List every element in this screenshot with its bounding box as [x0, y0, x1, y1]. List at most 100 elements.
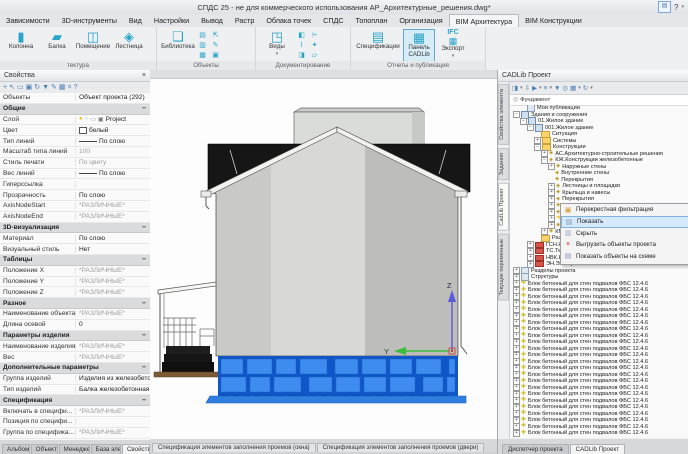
object-tool-icon[interactable]: ▦: [197, 51, 208, 60]
object-tool-icon[interactable]: ▥: [197, 41, 208, 50]
property-value[interactable]: белый: [76, 127, 150, 134]
export-ifc-button[interactable]: IFC ▦ Экспорт ▾: [437, 29, 469, 60]
stairs-button[interactable]: ◈ Лестница: [112, 29, 146, 60]
frame-icon[interactable]: ▭: [17, 83, 24, 93]
property-row[interactable]: AxisNodeStart*РАЗЛИЧНЫЕ*: [0, 201, 150, 212]
property-value[interactable]: По слою: [76, 138, 150, 145]
expander-icon[interactable]: −: [534, 144, 541, 151]
clear-icon[interactable]: ×: [68, 83, 72, 93]
property-value[interactable]: *РАЗЛИЧНЫЕ*: [76, 408, 150, 415]
expander-icon[interactable]: −: [541, 157, 548, 164]
grid-icon[interactable]: ▦: [570, 84, 576, 92]
property-row[interactable]: Группа по специфика...*РАЗЛИЧНЫЕ*: [0, 428, 150, 439]
menu-item-Организация[interactable]: Организация: [393, 14, 448, 27]
property-value[interactable]: 0: [76, 321, 150, 328]
expander-icon[interactable]: −: [520, 118, 527, 125]
section-header[interactable]: Параметры изделия−: [0, 331, 150, 342]
grid-icon[interactable]: ▦: [59, 83, 66, 93]
column-button[interactable]: ▮ Колонна: [4, 29, 38, 60]
tab-Объекты[interactable]: Объекты: [31, 444, 58, 454]
help-icon[interactable]: ?: [74, 83, 78, 93]
property-row[interactable]: Гиперссылка: [0, 179, 150, 190]
menu-item-Зависимости[interactable]: Зависимости: [0, 14, 56, 27]
property-row[interactable]: Позиция по специфи...: [0, 417, 150, 428]
property-row[interactable]: Тип линийПо слою: [0, 136, 150, 147]
property-value[interactable]: *РАЗЛИЧНЫЕ*: [76, 213, 150, 220]
property-row[interactable]: AxisNodeEnd*РАЗЛИЧНЫЕ*: [0, 212, 150, 223]
select-icon[interactable]: ↖: [9, 83, 15, 93]
tab-Альбомы[interactable]: Альбомы: [2, 444, 30, 454]
property-row[interactable]: Положение X*РАЗЛИЧНЫЕ*: [0, 266, 150, 277]
context-menu-item[interactable]: ▤Показать объекты на схеме: [561, 251, 688, 263]
object-tool-icon[interactable]: ▤: [197, 31, 208, 40]
menu-item-Топоплан[interactable]: Топоплан: [350, 14, 394, 27]
room-button[interactable]: ◫ Помещение: [76, 29, 110, 60]
property-row[interactable]: Цветбелый: [0, 125, 150, 136]
property-value[interactable]: *РАЗЛИЧНЫЕ*: [76, 289, 150, 296]
property-value[interactable]: Балка железобетонная: [76, 386, 150, 393]
caret-icon[interactable]: ▾: [520, 85, 523, 91]
section-header[interactable]: Общие−: [0, 104, 150, 115]
property-row[interactable]: Визуальный стильНет: [0, 244, 150, 255]
collapse-icon[interactable]: −: [142, 300, 146, 307]
property-value[interactable]: *РАЗЛИЧНЫЕ*: [76, 278, 150, 285]
property-value[interactable]: *РАЗЛИЧНЫЕ*: [76, 354, 150, 361]
property-row[interactable]: Слой●○▭▣Project: [0, 115, 150, 126]
drawing-canvas[interactable]: Z Y Спецификация элементов заполнения пр…: [150, 70, 497, 454]
property-value[interactable]: Изделия из железобетона: [76, 375, 150, 382]
property-row[interactable]: Масштаб типа линий100: [0, 147, 150, 158]
property-value[interactable]: *РАЗЛИЧНЫЕ*: [76, 310, 150, 317]
expander-icon[interactable]: +: [548, 163, 555, 170]
binoculars-icon[interactable]: ◎: [562, 84, 568, 92]
section-header[interactable]: 3D-визуализация−: [0, 223, 150, 234]
property-value[interactable]: ●○▭▣Project: [76, 116, 150, 123]
tree-item[interactable]: +✚Блок бетонный для стен подвалов ФБС 12…: [510, 430, 688, 437]
doc-tool-icon[interactable]: ▱: [309, 51, 320, 60]
expander-icon[interactable]: −: [527, 124, 534, 131]
vertical-tab-Задания[interactable]: Задания: [498, 148, 509, 180]
menu-item-Растр[interactable]: Растр: [229, 14, 260, 27]
menu-item-BIM Архитектура[interactable]: BIM Архитектура: [449, 14, 519, 27]
menu-item-СПДС[interactable]: СПДС: [317, 14, 349, 27]
property-row[interactable]: Наименование объекта*РАЗЛИЧНЫЕ*: [0, 309, 150, 320]
property-value[interactable]: *РАЗЛИЧНЫЕ*: [76, 267, 150, 274]
caret-icon[interactable]: ▾: [539, 85, 542, 91]
block-edit-icon[interactable]: ▣: [26, 83, 33, 93]
help-button[interactable]: ?: [674, 3, 678, 12]
property-row[interactable]: Положение Z*РАЗЛИЧНЫЕ*: [0, 287, 150, 298]
caret-icon[interactable]: ▾: [578, 85, 581, 91]
library-button[interactable]: ❏ Библиотека: [161, 29, 195, 60]
tab-CADLib Проект[interactable]: CADLib Проект: [570, 444, 625, 454]
property-row[interactable]: ОбъектыОбъект проекта (292): [0, 93, 150, 104]
property-row[interactable]: Вес линийПо слою: [0, 169, 150, 180]
collapse-icon[interactable]: −: [142, 256, 146, 263]
collapse-icon[interactable]: −: [142, 332, 146, 339]
collapse-icon[interactable]: −: [142, 397, 146, 404]
section-header[interactable]: Разное−: [0, 298, 150, 309]
caret-icon[interactable]: ▾: [590, 85, 593, 91]
menu-item-Облака точек[interactable]: Облака точек: [260, 14, 317, 27]
property-row[interactable]: Тип изделийБалка железобетонная: [0, 385, 150, 396]
property-value[interactable]: Нет: [76, 246, 150, 253]
menu-item-Вывод[interactable]: Вывод: [195, 14, 229, 27]
property-row[interactable]: Длина осевой0: [0, 320, 150, 331]
property-row[interactable]: ПрозрачностьПо слою: [0, 190, 150, 201]
list-icon[interactable]: ≡: [544, 85, 548, 92]
section-header[interactable]: Таблицы−: [0, 255, 150, 266]
doc-tool-icon[interactable]: ⌲: [309, 31, 320, 40]
workspace-icon[interactable]: ▤: [658, 1, 671, 13]
property-value[interactable]: *РАЗЛИЧНЫЕ*: [76, 202, 150, 209]
marker-tool-icon[interactable]: ⇱: [210, 31, 221, 40]
context-menu-item[interactable]: ▤Показать: [561, 216, 688, 228]
property-row[interactable]: МатериалПо слою: [0, 233, 150, 244]
vertical-tab-Свойства элемента[interactable]: Свойства элемента: [498, 84, 509, 145]
quick-select-icon[interactable]: +: [3, 83, 7, 93]
property-row[interactable]: Положение Y*РАЗЛИЧНЫЕ*: [0, 277, 150, 288]
property-row[interactable]: Вес*РАЗЛИЧНЫЕ*: [0, 352, 150, 363]
views-button[interactable]: ◳ Виды ▾: [260, 29, 294, 60]
expander-icon[interactable]: +: [513, 430, 520, 437]
property-row[interactable]: Включать в специфи...*РАЗЛИЧНЫЕ*: [0, 406, 150, 417]
beam-button[interactable]: ▰ Балка: [40, 29, 74, 60]
play-icon[interactable]: ▶: [532, 84, 537, 92]
property-value[interactable]: По слою: [76, 235, 150, 242]
